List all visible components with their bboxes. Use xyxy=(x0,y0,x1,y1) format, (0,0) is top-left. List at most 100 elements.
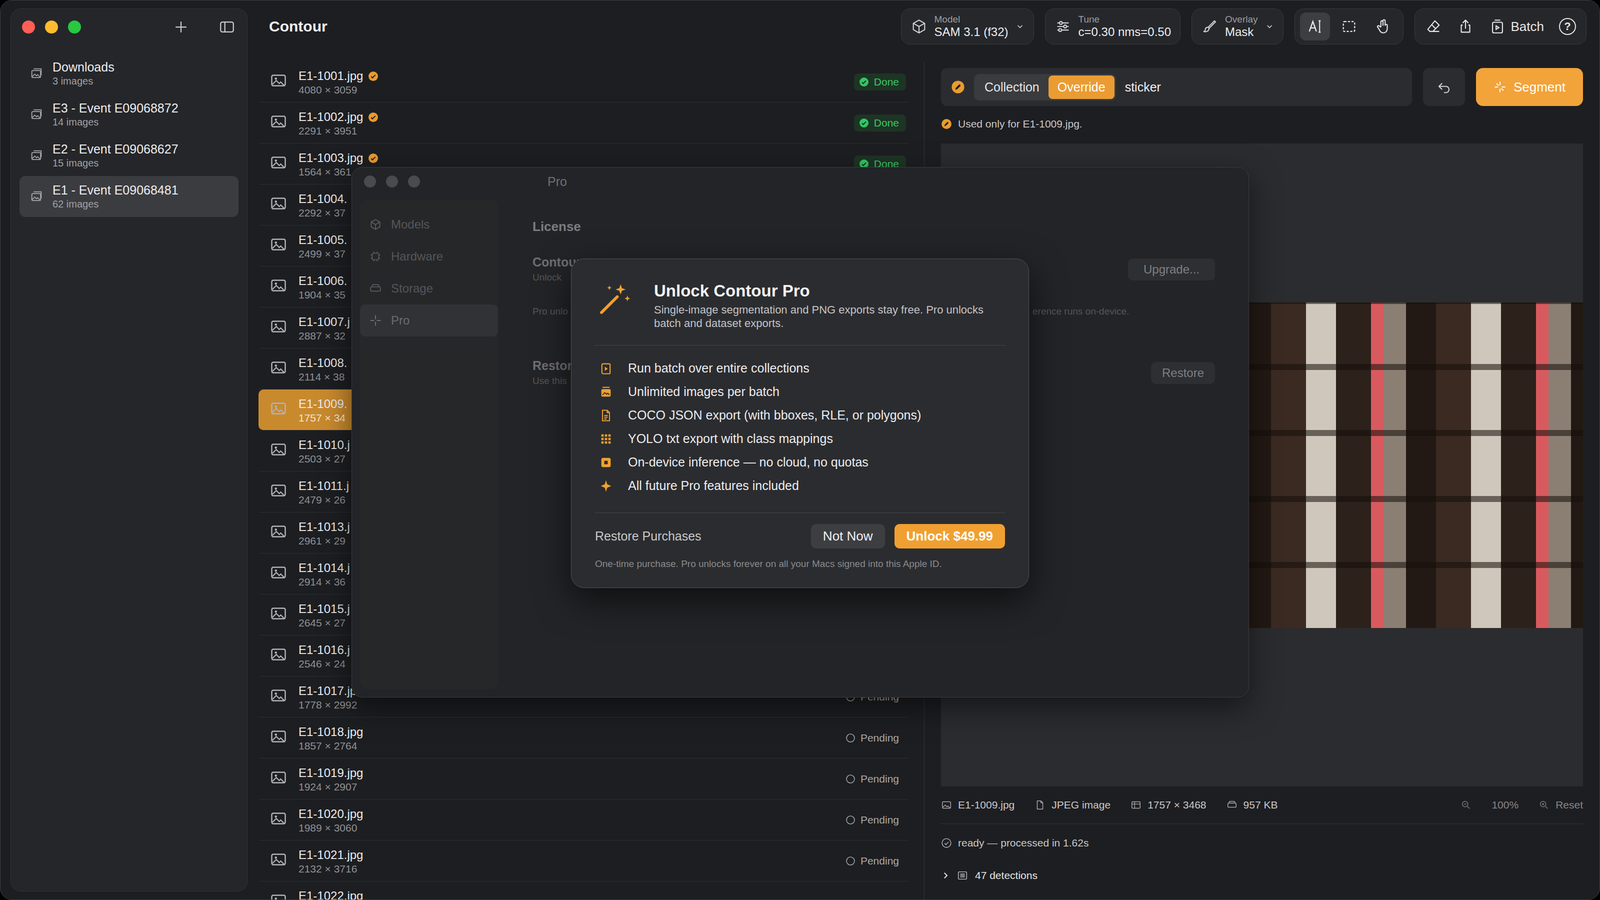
settings-nav-item[interactable]: Storage xyxy=(360,272,498,305)
undo-button[interactable] xyxy=(1423,68,1465,106)
sidebar-item[interactable]: E1 - Event E0906848162 images xyxy=(19,176,239,217)
images-icon xyxy=(599,385,613,399)
settings-nav-item[interactable]: Pro xyxy=(360,304,498,337)
reset-zoom-button[interactable]: Reset xyxy=(1538,799,1583,811)
plus-icon[interactable] xyxy=(173,19,189,35)
minimize-button[interactable] xyxy=(45,20,58,34)
settings-title: Pro xyxy=(547,174,567,189)
eraser-icon[interactable] xyxy=(1425,18,1442,35)
file-row[interactable]: E1-1018.jpg1857 × 2764Pending xyxy=(258,717,909,759)
detections-disclosure[interactable]: 47 detections xyxy=(941,862,1583,889)
restore-button[interactable]: Restore xyxy=(1151,362,1215,384)
close-button[interactable] xyxy=(22,20,35,34)
zoom-button[interactable] xyxy=(408,175,420,188)
sheet-title: Unlock Contour Pro xyxy=(654,281,1005,301)
sheet-button[interactable]: Unlock $49.99 xyxy=(894,524,1005,549)
file-name: E1-1018.jpg xyxy=(298,725,363,739)
override-badge-icon xyxy=(368,71,379,82)
sidebar-toggle-icon[interactable] xyxy=(218,18,236,36)
window-title: Contour xyxy=(269,8,328,45)
image-file-icon xyxy=(269,645,288,664)
prompt-input[interactable]: sticker xyxy=(1125,80,1161,95)
pending-circle-icon xyxy=(845,815,856,825)
info-file-size: 957 KB xyxy=(1226,799,1278,811)
scope-option[interactable]: Override xyxy=(1048,75,1115,99)
share-icon[interactable] xyxy=(1457,18,1474,35)
tune-button[interactable]: Tunec=0.30 nms=0.50 xyxy=(1045,8,1181,45)
file-name: E1-1008. xyxy=(298,356,347,370)
status-label: Pending xyxy=(860,814,899,826)
status-label: Pending xyxy=(860,773,899,785)
check-circle-icon xyxy=(859,77,869,87)
processing-status: ready — processed in 1.62s xyxy=(941,824,1583,862)
image-file-icon xyxy=(269,276,288,295)
file-row[interactable]: E1-1022.jpg xyxy=(258,881,909,900)
close-button[interactable] xyxy=(364,175,376,188)
pending-circle-icon xyxy=(845,856,856,866)
sidebar-item[interactable]: E2 - Event E0906862715 images xyxy=(19,135,239,176)
image-file-icon xyxy=(269,727,288,746)
file-dimensions: 2546 × 24 xyxy=(298,657,350,671)
tool-button[interactable] xyxy=(1334,12,1364,41)
scope-option[interactable]: Collection xyxy=(975,75,1049,99)
file-dimensions: 2114 × 38 xyxy=(298,370,347,384)
file-name: E1-1016.j xyxy=(298,643,350,657)
sidebar-header xyxy=(19,9,239,45)
file-name: E1-1006. xyxy=(298,274,347,288)
status-pill: Pending xyxy=(840,770,906,788)
minimize-button[interactable] xyxy=(386,175,398,188)
image-file-icon xyxy=(269,809,288,828)
section-title: License xyxy=(532,219,1215,234)
collection-title: E1 - Event E09068481 xyxy=(52,183,179,198)
settings-nav-item[interactable]: Hardware xyxy=(360,240,498,273)
prompt-bar: CollectionOverride sticker xyxy=(941,68,1412,106)
photo-stack-icon xyxy=(29,148,44,163)
tool-button[interactable] xyxy=(1368,12,1398,41)
segment-button[interactable]: Segment xyxy=(1476,68,1583,106)
model-picker[interactable]: ModelSAM 3.1 (f32) xyxy=(901,8,1034,45)
sidebar-item[interactable]: Downloads3 images xyxy=(19,53,239,94)
tool-button[interactable] xyxy=(1300,12,1330,41)
batch-icon xyxy=(1489,18,1506,35)
collection-count: 62 images xyxy=(52,198,179,210)
collection-count: 14 images xyxy=(52,116,179,128)
override-badge-icon xyxy=(368,153,379,164)
file-row[interactable]: E1-1019.jpg1924 × 2907Pending xyxy=(258,758,909,800)
upgrade-button[interactable]: Upgrade... xyxy=(1128,258,1215,281)
image-icon xyxy=(941,799,952,811)
file-row[interactable]: E1-1020.jpg1989 × 3060Pending xyxy=(258,799,909,841)
file-row[interactable]: E1-1021.jpg2132 × 3716Pending xyxy=(258,840,909,882)
file-name: E1-1022.jpg xyxy=(298,889,363,900)
settings-nav-item[interactable]: Models xyxy=(360,208,498,241)
zoom-out-icon[interactable] xyxy=(1460,799,1472,811)
drive-icon xyxy=(369,282,382,295)
status-pill: Pending xyxy=(840,811,906,829)
image-info-bar: E1-1009.jpgJPEG image1757 × 3468957 KB10… xyxy=(941,786,1583,824)
brush-icon xyxy=(1201,18,1218,35)
file-name: E1-1009. xyxy=(298,397,347,411)
overlay-picker[interactable]: OverlayMask xyxy=(1191,8,1283,45)
help-button[interactable]: ? xyxy=(1559,18,1576,35)
sidebar-item[interactable]: E3 - Event E0906887214 images xyxy=(19,94,239,135)
file-name: E1-1003.jpg xyxy=(298,151,363,165)
hand-point-icon xyxy=(1374,18,1392,35)
file-row[interactable]: E1-1002.jpg2291 × 3951Done xyxy=(258,102,909,144)
file-name: E1-1004. xyxy=(298,192,347,206)
batch-icon xyxy=(599,361,613,376)
sparkle-icon xyxy=(1493,80,1507,94)
file-name: E1-1017.jp xyxy=(298,684,357,698)
sheet-button[interactable]: Not Now xyxy=(811,524,885,549)
file-name: E1-1005. xyxy=(298,233,347,247)
file-row[interactable]: E1-1001.jpg4080 × 3059Done xyxy=(258,61,909,103)
batch-button[interactable]: Batch xyxy=(1489,18,1545,35)
photo-stack-icon xyxy=(29,189,44,204)
file-name: E1-1014.j xyxy=(298,561,350,575)
file-dimensions: 2132 × 3716 xyxy=(298,862,363,876)
model-value: SAM 3.1 (f32) xyxy=(934,25,1009,39)
zoom-button[interactable] xyxy=(68,20,81,34)
chevron-down-icon xyxy=(1015,22,1025,31)
unlock-pro-sheet: Unlock Contour ProSingle-image segmentat… xyxy=(571,258,1029,588)
override-note: Used only for E1-1009.jpg. xyxy=(941,116,1583,132)
restore-purchases-button[interactable]: Restore Purchases xyxy=(595,529,702,544)
collection-title: E3 - Event E09068872 xyxy=(52,101,179,116)
